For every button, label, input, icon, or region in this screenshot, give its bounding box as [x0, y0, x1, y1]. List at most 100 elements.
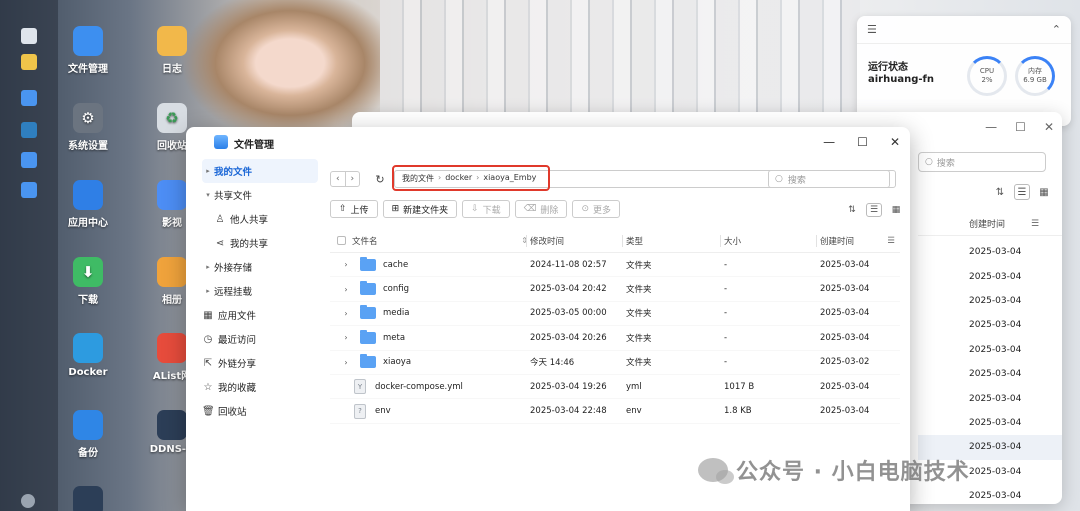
desktop-icon-log[interactable]: 日志 — [137, 26, 207, 75]
table-row[interactable]: 2025-03-04 — [918, 386, 1062, 410]
table-row[interactable]: 2025-03-04 — [918, 338, 1062, 362]
sidebar-item-recycle[interactable]: 🗑 回收站 — [202, 399, 318, 423]
table-row[interactable]: › cache 2024-11-08 02:57 文件夹 - 2025-03-04 — [330, 253, 900, 278]
column-settings-icon[interactable]: ☰ — [882, 236, 900, 246]
grid-view-icon[interactable]: ▦ — [1036, 184, 1052, 200]
desktop-icon-label: 系统设置 — [68, 141, 108, 152]
close-icon[interactable]: ✕ — [890, 135, 900, 149]
breadcrumb-item[interactable]: docker — [445, 173, 472, 184]
desktop-icon-monitor[interactable] — [53, 486, 123, 511]
table-row[interactable]: ? env 2025-03-04 22:48 env 1.8 KB 2025-03-04 — [330, 399, 900, 424]
file-name[interactable]: xiaoya — [383, 357, 411, 367]
desktop-icon-docker[interactable]: Docker — [53, 333, 123, 378]
sidebar-item-favorites[interactable]: ☆ 我的收藏 — [202, 375, 318, 399]
desktop-icon-backup[interactable]: 备份 — [53, 410, 123, 459]
more-button[interactable]: ⊙ 更多 — [572, 200, 620, 218]
column-created[interactable]: 创建时间 — [820, 235, 882, 247]
chevron-right-icon[interactable]: › — [340, 333, 352, 342]
folder-app-icon[interactable] — [21, 90, 37, 106]
chevron-right-icon[interactable]: › — [340, 309, 352, 318]
chevron-right-icon[interactable]: › — [340, 285, 352, 294]
apps-grid-icon[interactable] — [21, 54, 37, 70]
delete-button[interactable]: ⌫ 删除 — [514, 200, 568, 218]
table-row[interactable]: 2025-03-04 — [918, 411, 1062, 435]
file-name[interactable]: meta — [383, 333, 405, 343]
caret-right-icon[interactable]: ▸ — [202, 167, 214, 175]
table-row[interactable]: 2025-03-04 — [918, 313, 1062, 337]
column-divider[interactable] — [622, 235, 623, 247]
file-name[interactable]: config — [383, 284, 409, 294]
grid-view-icon[interactable]: ▦ — [888, 203, 904, 217]
table-row[interactable]: Ydocker-compose.yml 2025-03-04 19:26 yml 10… — [330, 375, 900, 400]
table-row[interactable]: › xiaoya 今天 14:46 文件夹 - 2025-03-02 — [330, 351, 900, 375]
sidebar-item-others-shared[interactable]: ♙ 他人共享 — [202, 207, 318, 231]
caret-down-icon[interactable]: ▾ — [202, 191, 214, 199]
upload-button[interactable]: ⇧ 上传 — [330, 200, 378, 218]
column-divider[interactable] — [526, 235, 527, 247]
column-size[interactable]: 大小 — [724, 235, 820, 247]
sidebar-item-my-shared[interactable]: ⋖ 我的共享 — [202, 231, 318, 255]
folder-app-icon[interactable] — [21, 152, 37, 168]
sidebar-item-my-files[interactable]: ▸ 我的文件 — [202, 159, 318, 183]
table-row[interactable]: › meta 2025-03-04 20:26 文件夹 - 2025-03-04 — [330, 326, 900, 351]
minimize-icon[interactable]: — — [823, 135, 835, 149]
column-divider[interactable] — [816, 235, 817, 247]
minimize-icon[interactable]: — — [985, 120, 997, 134]
breadcrumb-item[interactable]: xiaoya_Emby — [483, 173, 536, 184]
file-name[interactable]: docker-compose.yml — [375, 382, 463, 392]
caret-right-icon[interactable]: ▸ — [202, 263, 214, 271]
column-settings-icon[interactable]: ☰ — [1031, 219, 1039, 229]
power-icon[interactable] — [21, 494, 35, 508]
back-search-input[interactable]: ○ 搜索 — [918, 152, 1046, 172]
chevron-right-icon[interactable]: › — [340, 260, 352, 269]
search-input[interactable]: ○ 搜索 — [768, 170, 896, 188]
table-row[interactable]: › media 2025-03-05 00:00 文件夹 - 2025-03-04 — [330, 302, 900, 327]
chevron-right-icon[interactable]: › — [340, 358, 352, 367]
close-icon[interactable]: ✕ — [1044, 120, 1054, 134]
new-folder-button[interactable]: ⊞ 新建文件夹 — [382, 200, 458, 218]
folder-app-icon[interactable] — [21, 182, 37, 198]
table-row[interactable]: 2025-03-04 — [918, 362, 1062, 386]
column-name[interactable]: 文件名 ⇕ — [352, 235, 530, 247]
desktop-icon-download[interactable]: ⬇ 下载 — [53, 257, 123, 306]
list-view-icon[interactable]: ☰ — [866, 203, 882, 217]
desktop-icon-file-manager[interactable]: 文件管理 — [53, 26, 123, 75]
file-name[interactable]: cache — [383, 260, 408, 270]
select-all-checkbox[interactable] — [336, 236, 346, 245]
column-divider[interactable] — [720, 235, 721, 247]
table-row[interactable]: 2025-03-04 — [918, 264, 1062, 288]
refresh-icon[interactable]: ↻ — [372, 171, 388, 187]
docker-icon[interactable] — [21, 122, 37, 138]
desktop-icon-settings[interactable]: ⚙ 系统设置 — [53, 103, 123, 152]
caret-right-icon[interactable]: ▸ — [202, 287, 214, 295]
table-row[interactable]: › config 2025-03-04 20:42 文件夹 - 2025-03-04 — [330, 277, 900, 302]
maximize-icon[interactable]: ☐ — [857, 135, 868, 149]
table-row[interactable]: 2025-03-04 — [918, 289, 1062, 313]
list-view-icon[interactable]: ☰ — [1014, 184, 1030, 200]
upload-icon: ⇧ — [339, 204, 347, 214]
forward-button[interactable]: › — [344, 172, 360, 186]
back-button[interactable]: ‹ — [331, 172, 345, 186]
sidebar-item-app-files[interactable]: ▦ 应用文件 — [202, 303, 318, 327]
table-row[interactable]: 2025-03-04 — [918, 484, 1062, 504]
file-name[interactable]: media — [383, 308, 409, 318]
widget-settings-icon[interactable]: ☰ — [867, 23, 877, 36]
sidebar-item-shared-files[interactable]: ▾ 共享文件 — [202, 183, 318, 207]
title-bar[interactable]: 文件管理 — ☐ ✕ — [186, 127, 910, 159]
desktop-icon-app-center[interactable]: 应用中心 — [53, 180, 123, 229]
sort-icon[interactable]: ⇅ — [992, 184, 1008, 200]
column-modified[interactable]: 修改时间 — [530, 235, 626, 247]
sidebar-item-link-share[interactable]: ⇱ 外链分享 — [202, 351, 318, 375]
file-name[interactable]: env — [375, 406, 391, 416]
sidebar-item-external-storage[interactable]: ▸ 外接存储 — [202, 255, 318, 279]
table-row[interactable]: 2025-03-04 — [918, 240, 1062, 264]
monitor-icon[interactable] — [21, 28, 37, 44]
collapse-icon[interactable]: ⌃ — [1052, 23, 1061, 36]
maximize-icon[interactable]: ☐ — [1015, 120, 1026, 134]
sort-icon[interactable]: ⇅ — [844, 203, 860, 217]
column-type[interactable]: 类型 — [626, 235, 724, 247]
breadcrumb-item[interactable]: 我的文件 — [402, 173, 434, 184]
download-button[interactable]: ⇩ 下载 — [462, 200, 510, 218]
sidebar-item-recent[interactable]: ◷ 最近访问 — [202, 327, 318, 351]
sidebar-item-remote-mount[interactable]: ▸ 远程挂载 — [202, 279, 318, 303]
